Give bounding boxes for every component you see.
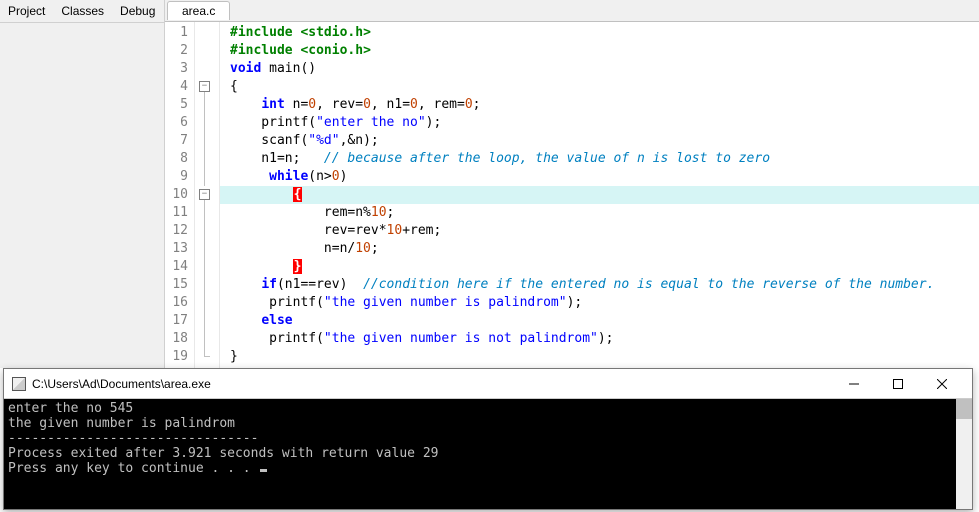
editor-area: area.c 12345678910111213141516171819 −− … <box>165 0 979 368</box>
line-number: 10 <box>165 186 194 204</box>
app-icon <box>12 377 26 391</box>
menu-tabs: Project Classes Debug <box>0 0 164 23</box>
code-line[interactable]: n=n/10; <box>220 240 979 258</box>
menu-project[interactable]: Project <box>0 2 53 20</box>
console-scrollbar[interactable] <box>956 399 972 509</box>
line-number: 2 <box>165 42 194 60</box>
console-line: the given number is palindrom <box>8 416 968 431</box>
line-number: 13 <box>165 240 194 258</box>
fold-cell[interactable] <box>195 348 219 366</box>
fold-cell[interactable] <box>195 132 219 150</box>
tab-bar: area.c <box>165 0 979 22</box>
fold-cell[interactable] <box>195 60 219 78</box>
console-line: Press any key to continue . . . <box>8 461 968 476</box>
line-number: 4 <box>165 78 194 96</box>
code-line[interactable]: rev=rev*10+rem; <box>220 222 979 240</box>
fold-cell[interactable] <box>195 312 219 330</box>
fold-cell[interactable] <box>195 330 219 348</box>
code-line[interactable]: } <box>220 258 979 276</box>
line-number-gutter: 12345678910111213141516171819 <box>165 22 195 368</box>
fold-cell[interactable] <box>195 276 219 294</box>
fold-cell[interactable] <box>195 96 219 114</box>
line-number: 15 <box>165 276 194 294</box>
line-number: 19 <box>165 348 194 366</box>
code-line[interactable]: { <box>220 186 979 204</box>
code-line[interactable]: { <box>220 78 979 96</box>
side-panel: Project Classes Debug <box>0 0 165 368</box>
code-line[interactable]: else <box>220 312 979 330</box>
line-number: 18 <box>165 330 194 348</box>
fold-minus-icon[interactable]: − <box>199 189 210 200</box>
code-line[interactable]: int n=0, rev=0, n1=0, rem=0; <box>220 96 979 114</box>
console-titlebar[interactable]: C:\Users\Ad\Documents\area.exe <box>4 369 972 399</box>
scroll-thumb[interactable] <box>956 399 972 419</box>
console-line: enter the no 545 <box>8 401 968 416</box>
code-line[interactable]: #include <conio.h> <box>220 42 979 60</box>
console-title: C:\Users\Ad\Documents\area.exe <box>32 377 832 391</box>
code-line[interactable]: void main() <box>220 60 979 78</box>
line-number: 12 <box>165 222 194 240</box>
fold-cell[interactable]: − <box>195 186 219 204</box>
fold-cell[interactable] <box>195 42 219 60</box>
close-button[interactable] <box>920 370 964 398</box>
fold-cell[interactable]: − <box>195 78 219 96</box>
fold-cell[interactable] <box>195 258 219 276</box>
line-number: 11 <box>165 204 194 222</box>
fold-gutter[interactable]: −− <box>195 22 220 368</box>
line-number: 17 <box>165 312 194 330</box>
line-number: 3 <box>165 60 194 78</box>
console-line: -------------------------------- <box>8 431 968 446</box>
fold-cell[interactable] <box>195 240 219 258</box>
console-line: Process exited after 3.921 seconds with … <box>8 446 968 461</box>
menu-classes[interactable]: Classes <box>53 2 112 20</box>
code-line[interactable]: printf("enter the no"); <box>220 114 979 132</box>
line-number: 5 <box>165 96 194 114</box>
window-controls <box>832 370 964 398</box>
line-number: 6 <box>165 114 194 132</box>
fold-minus-icon[interactable]: − <box>199 81 210 92</box>
code-line[interactable]: printf("the given number is not palindro… <box>220 330 979 348</box>
fold-cell[interactable] <box>195 114 219 132</box>
code-line[interactable]: n1=n; // because after the loop, the val… <box>220 150 979 168</box>
code-line[interactable]: scanf("%d",&n); <box>220 132 979 150</box>
maximize-button[interactable] <box>876 370 920 398</box>
code-line[interactable]: if(n1==rev) //condition here if the ente… <box>220 276 979 294</box>
cursor-icon <box>260 469 267 472</box>
console-output[interactable]: enter the no 545the given number is pali… <box>4 399 972 509</box>
fold-cell[interactable] <box>195 150 219 168</box>
file-tab[interactable]: area.c <box>167 1 230 20</box>
code-pane[interactable]: 12345678910111213141516171819 −− #includ… <box>165 22 979 368</box>
ide-top: Project Classes Debug area.c 12345678910… <box>0 0 979 368</box>
minimize-button[interactable] <box>832 370 876 398</box>
code-line[interactable]: #include <stdio.h> <box>220 24 979 42</box>
console-window: C:\Users\Ad\Documents\area.exe enter the… <box>3 368 973 510</box>
fold-cell[interactable] <box>195 222 219 240</box>
line-number: 16 <box>165 294 194 312</box>
line-number: 14 <box>165 258 194 276</box>
line-number: 9 <box>165 168 194 186</box>
fold-cell[interactable] <box>195 204 219 222</box>
menu-debug[interactable]: Debug <box>112 2 163 20</box>
code-line[interactable]: rem=n%10; <box>220 204 979 222</box>
code-line[interactable]: printf("the given number is palindrom"); <box>220 294 979 312</box>
code-text[interactable]: #include <stdio.h>#include <conio.h>void… <box>220 22 979 368</box>
fold-cell[interactable] <box>195 294 219 312</box>
code-line[interactable]: } <box>220 348 979 366</box>
line-number: 7 <box>165 132 194 150</box>
line-number: 8 <box>165 150 194 168</box>
fold-cell[interactable] <box>195 168 219 186</box>
fold-cell[interactable] <box>195 24 219 42</box>
line-number: 1 <box>165 24 194 42</box>
code-line[interactable]: while(n>0) <box>220 168 979 186</box>
